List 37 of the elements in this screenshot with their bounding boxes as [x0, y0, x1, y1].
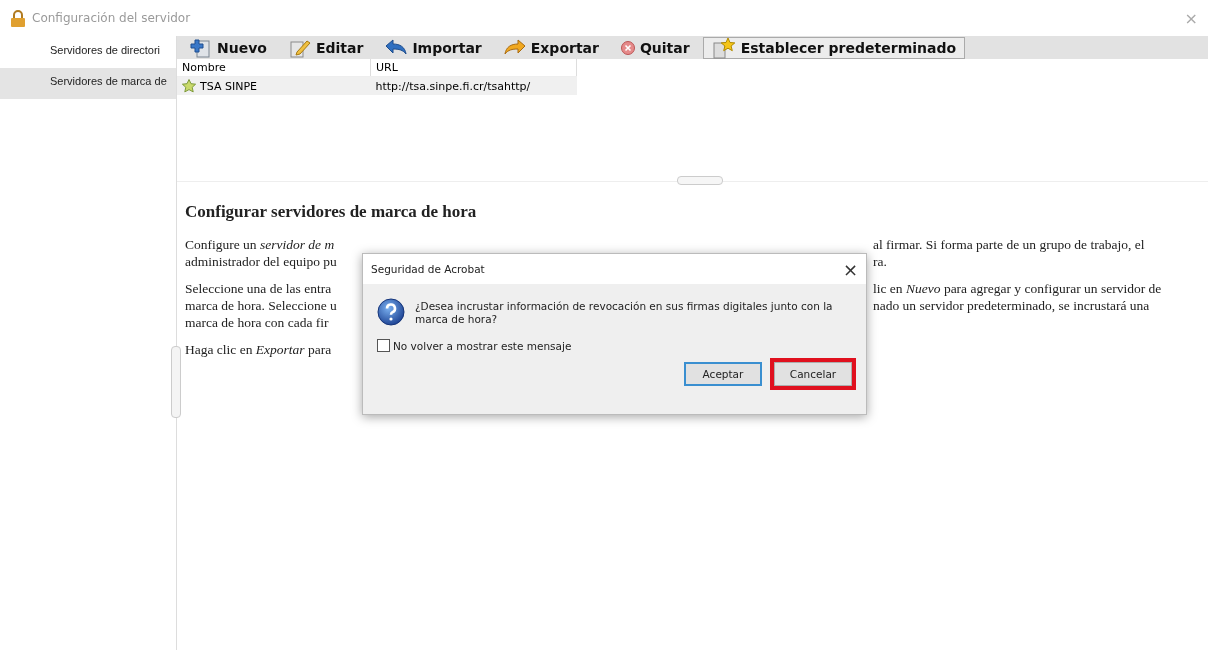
column-header[interactable]: URL: [370, 59, 577, 77]
splitter-handle[interactable]: [677, 176, 723, 185]
help-text: marca de hora. Seleccione u: [185, 297, 338, 314]
checkbox-label[interactable]: No volver a mostrar este mensaje: [393, 339, 572, 352]
question-icon: [377, 298, 405, 326]
help-text: nado un servidor predeterminado, se incrustará una: [873, 297, 1150, 314]
help-text: Seleccione una de las entra: [185, 280, 333, 297]
help-heading: Configurar servidores de marca de hora: [185, 202, 478, 222]
toolbar-button[interactable]: Editar: [279, 36, 373, 59]
sidebar-item[interactable]: Servidores de marca de: [0, 68, 176, 99]
help-text: Haga clic en Exportar para: [185, 341, 333, 358]
splitter-handle[interactable]: [171, 346, 181, 418]
lock-icon: [10, 9, 26, 27]
help-text: administrador del equipo pu: [185, 253, 338, 270]
column-header[interactable]: Nombre: [177, 59, 371, 77]
sidebar-item[interactable]: Servidores de directori: [0, 37, 176, 68]
curved-arrow-icon: [385, 38, 408, 57]
toolbar-button[interactable]: Exportar: [494, 36, 608, 59]
dialog-message: ¿Desea incrustar información de revocación en sus firmas digitales junto con la marca de hora?: [415, 300, 834, 326]
toolbar-button[interactable]: Importar: [376, 36, 491, 59]
close-button[interactable]: ×: [842, 258, 858, 280]
table-cell: TSA SINPE: [200, 79, 257, 93]
remove-icon: [620, 40, 635, 55]
window-title: Configuración del servidor: [32, 11, 192, 25]
help-text: ra.: [873, 253, 887, 270]
help-text: marca de hora con cada fir: [185, 314, 330, 331]
star-icon: [182, 79, 196, 93]
checkbox[interactable]: [377, 339, 390, 352]
toolbar-button[interactable]: Establecer predeterminado: [702, 36, 966, 59]
help-text: lic en Nuevo para agregar y configurar un servidor de: [873, 280, 1162, 297]
curved-arrow-icon: [503, 38, 526, 57]
toolbar-button[interactable]: Quitar: [611, 36, 699, 59]
dialog-title: Seguridad de Acrobat: [371, 263, 486, 275]
help-text: al firmar. Si forma parte de un grupo de trabajo, el: [873, 236, 1145, 253]
help-text: Configure un servidor de m: [185, 236, 336, 253]
toolbar-button[interactable]: Nuevo: [181, 36, 276, 59]
dialog-button[interactable]: Aceptar: [684, 362, 762, 386]
